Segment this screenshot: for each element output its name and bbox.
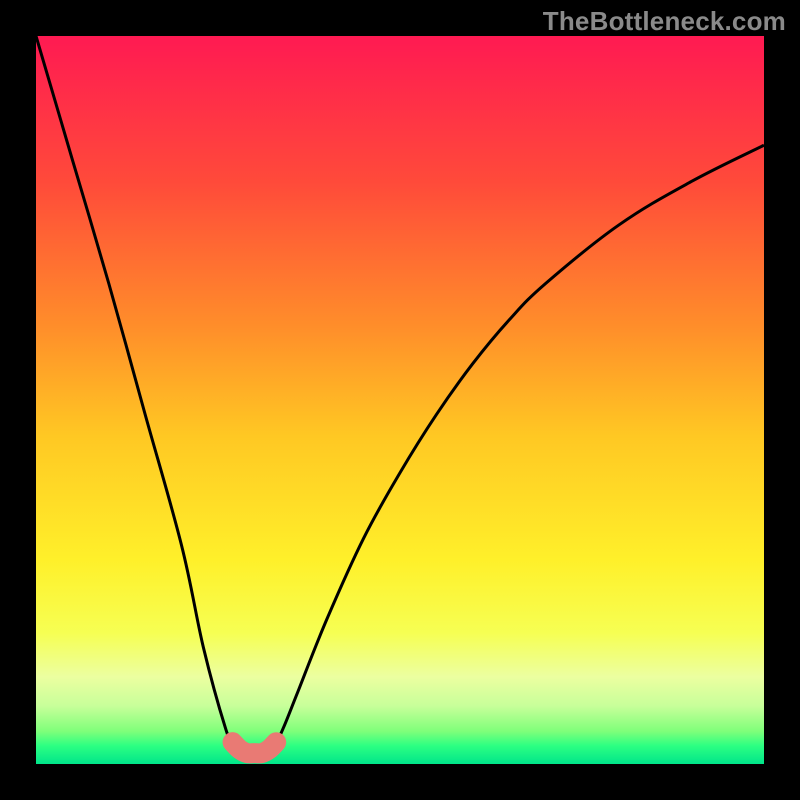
optimal-region-highlight [233,742,277,753]
chart-background [36,36,764,764]
watermark-label: TheBottleneck.com [543,6,786,37]
bottleneck-chart [36,36,764,764]
chart-frame: TheBottleneck.com [0,0,800,800]
